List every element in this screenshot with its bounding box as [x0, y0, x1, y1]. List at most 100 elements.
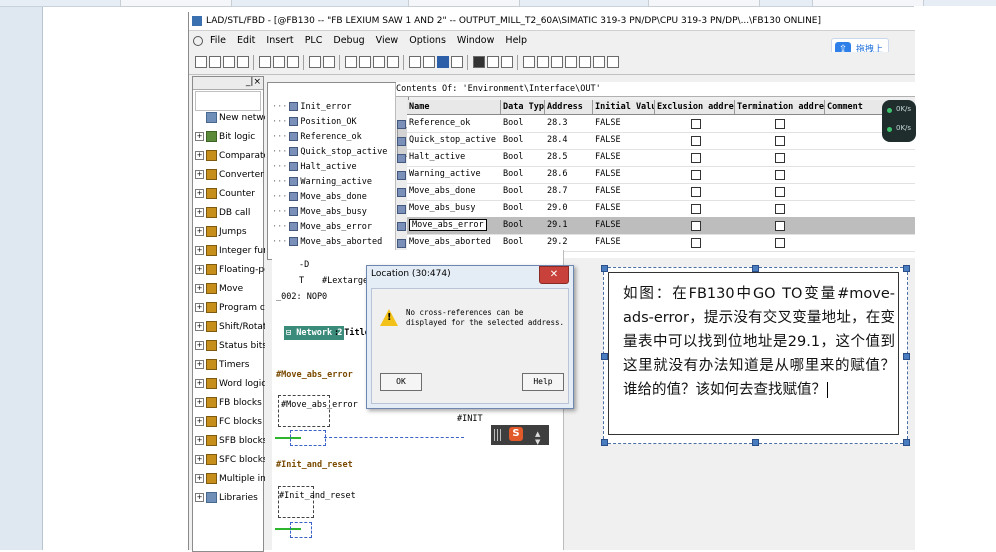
zoom-icon[interactable] — [451, 56, 463, 68]
catalog-search[interactable] — [195, 91, 261, 111]
redo-icon[interactable] — [323, 56, 335, 68]
details-icon[interactable] — [437, 56, 449, 68]
termination-checkbox[interactable] — [775, 204, 785, 214]
menu-window[interactable]: Window — [453, 31, 498, 51]
tree-item[interactable]: ··· Halt_active — [272, 160, 402, 175]
copy-icon[interactable] — [273, 56, 285, 68]
catalog-item[interactable]: +Integer function — [195, 242, 265, 260]
tree-item[interactable]: ··· Move_abs_busy — [272, 205, 402, 220]
catalog-item[interactable]: + SFC blocks — [195, 451, 265, 469]
catalog-item[interactable]: + Status bits — [195, 337, 265, 355]
catalog-item[interactable]: +Program control — [195, 299, 265, 317]
table-row[interactable]: Move_abs_busy Bool 29.0 FALSE — [397, 200, 915, 218]
drag-handle-icon[interactable] — [494, 429, 502, 441]
menu-file[interactable]: File — [206, 31, 230, 51]
tree-item[interactable]: ··· Position_OK — [272, 115, 402, 130]
catalog-item[interactable]: + Bit logic — [195, 128, 265, 146]
table-icon[interactable] — [487, 56, 499, 68]
catalog-item[interactable]: +Multiple instances — [195, 470, 265, 488]
table-row[interactable]: Move_abs_done Bool 28.7 FALSE — [397, 183, 915, 201]
catalog-icon[interactable] — [473, 56, 485, 68]
exclusion-checkbox[interactable] — [691, 170, 701, 180]
menu-help[interactable]: Help — [501, 31, 531, 51]
download-icon[interactable] — [359, 56, 371, 68]
menu-edit[interactable]: Edit — [233, 31, 259, 51]
table-row[interactable]: Warning_active Bool 28.6 FALSE — [397, 166, 915, 184]
network-speed-widget[interactable]: 0K/s 0K/s — [882, 100, 916, 142]
termination-checkbox[interactable] — [775, 153, 785, 163]
insert-network-icon[interactable] — [501, 56, 513, 68]
menu-debug[interactable]: Debug — [329, 31, 368, 51]
catalog-item[interactable]: + FB blocks — [195, 394, 265, 412]
menu-options[interactable]: Options — [405, 31, 450, 51]
annotation-textbox[interactable]: 如图：在FB130中GO TO变量#move-ads-error，提示没有交叉变… — [601, 265, 910, 446]
browser-tab[interactable] — [120, 0, 232, 7]
menu-plc[interactable]: PLC — [301, 31, 327, 51]
table-row[interactable]: Reference_ok Bool 28.3 FALSE — [397, 115, 915, 133]
catalog-item[interactable]: + Move — [195, 280, 265, 298]
termination-checkbox[interactable] — [775, 238, 785, 248]
tree-item[interactable]: ··· Move_abs_done — [272, 190, 402, 205]
tree-item[interactable]: ··· Init_error — [272, 100, 402, 115]
catalog-item[interactable]: +Comparator — [195, 147, 265, 165]
table-row[interactable]: Quick_stop_active Bool 28.4 FALSE — [397, 132, 915, 150]
sogou-logo-icon[interactable]: S — [509, 427, 523, 441]
catalog-item-new-network[interactable]: +New network — [195, 109, 265, 127]
exclusion-checkbox[interactable] — [691, 153, 701, 163]
coil-operand-box[interactable]: #Init_and_reset — [278, 486, 356, 518]
accessible-node-icon[interactable] — [345, 56, 357, 68]
monitor-icon[interactable] — [373, 56, 385, 68]
termination-checkbox[interactable] — [775, 187, 785, 197]
exclusion-checkbox[interactable] — [691, 204, 701, 214]
question-text[interactable]: 如图：在FB130中GO TO变量#move-ads-error，提示没有交叉变… — [623, 282, 895, 402]
cut-icon[interactable] — [259, 56, 271, 68]
tree-item[interactable]: ··· Move_abs_aborted — [272, 235, 402, 250]
paste-icon[interactable] — [287, 56, 299, 68]
exclusion-checkbox[interactable] — [691, 238, 701, 248]
browser-tab[interactable] — [408, 0, 520, 7]
coil-icon[interactable] — [551, 56, 563, 68]
ok-button[interactable]: OK — [380, 373, 422, 391]
browser-tab[interactable] — [812, 0, 924, 7]
catalog-item[interactable]: + Timers — [195, 356, 265, 374]
catalog-item[interactable]: + Counter — [195, 185, 265, 203]
menu-insert[interactable]: Insert — [262, 31, 297, 51]
exclusion-checkbox[interactable] — [691, 221, 701, 231]
termination-checkbox[interactable] — [775, 221, 785, 231]
catalog-item[interactable]: + Jumps — [195, 223, 265, 241]
catalog-item[interactable]: + SFB blocks — [195, 432, 265, 450]
empty-box-icon[interactable] — [565, 56, 577, 68]
catalog-item[interactable]: + Converter — [195, 166, 265, 184]
open-branch-icon[interactable] — [579, 56, 591, 68]
exclusion-checkbox[interactable] — [691, 119, 701, 129]
undo-icon[interactable] — [309, 56, 321, 68]
open-icon[interactable] — [209, 56, 221, 68]
exclusion-checkbox[interactable] — [691, 136, 701, 146]
new-icon[interactable] — [195, 56, 207, 68]
tree-item[interactable]: ··· Quick_stop_active — [272, 145, 402, 160]
table-row-selected[interactable]: Move_abs_error Bool 29.1 FALSE — [397, 217, 915, 235]
ime-toolbar[interactable]: S ▲ ▼ — [491, 425, 549, 446]
catalog-item[interactable]: +Floating-point — [195, 261, 265, 279]
termination-checkbox[interactable] — [775, 170, 785, 180]
catalog-item[interactable]: + Word logic — [195, 375, 265, 393]
compare-icon[interactable] — [387, 56, 399, 68]
save-icon[interactable] — [223, 56, 235, 68]
exclusion-checkbox[interactable] — [691, 187, 701, 197]
table-row[interactable]: Halt_active Bool 28.5 FALSE — [397, 149, 915, 167]
close-branch-icon[interactable] — [593, 56, 605, 68]
browser-tab[interactable] — [648, 0, 760, 7]
print-icon[interactable] — [237, 56, 249, 68]
tree-item[interactable]: ··· Move_abs_error — [272, 220, 402, 235]
help-button[interactable]: Help — [522, 373, 564, 391]
close-icon[interactable]: _|× — [246, 77, 261, 87]
window-menu-icon[interactable] — [193, 35, 203, 46]
catalog-item[interactable]: +Shift/Rotate — [195, 318, 265, 336]
contact-symbol[interactable] — [290, 522, 312, 538]
overview-icon[interactable] — [409, 56, 421, 68]
termination-checkbox[interactable] — [775, 119, 785, 129]
coil-operand-box[interactable]: #Move_abs_error — [278, 395, 358, 427]
contact-symbol[interactable] — [290, 430, 326, 446]
chevron-down-icon[interactable]: ▲ ▼ — [535, 430, 540, 446]
menu-view[interactable]: View — [372, 31, 403, 51]
